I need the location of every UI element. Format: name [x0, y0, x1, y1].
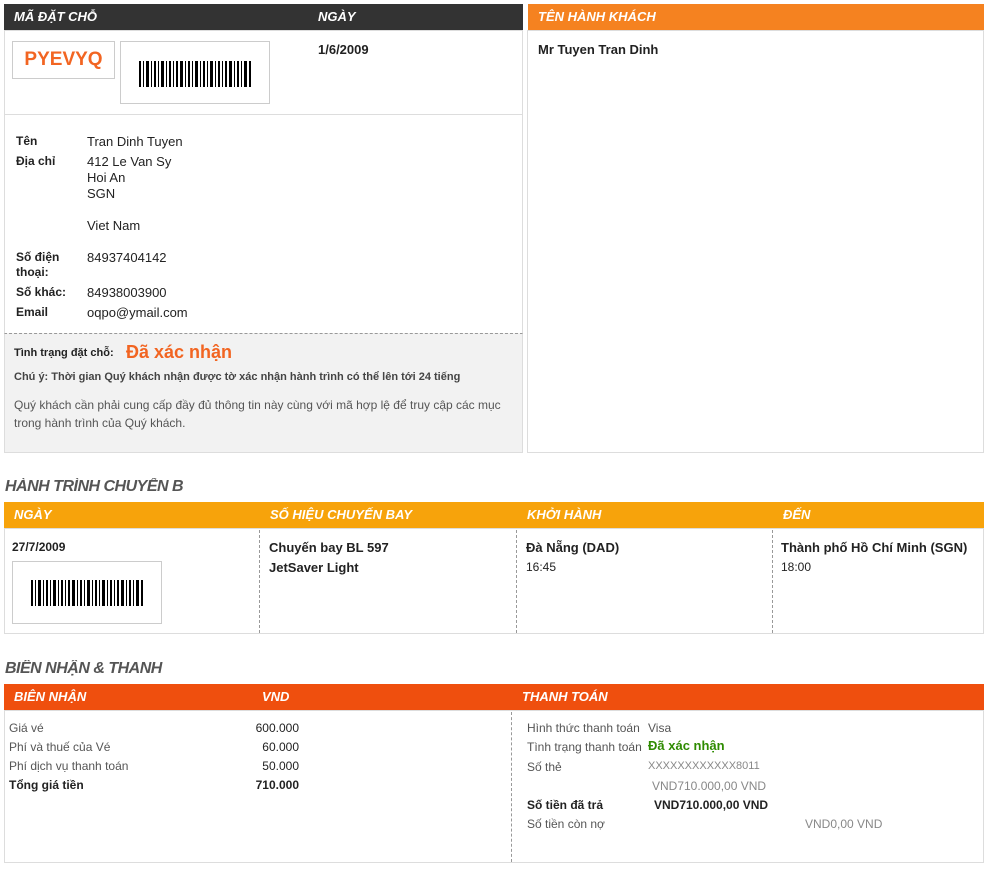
itinerary-col-depart: KHỞI HÀNH — [527, 507, 602, 522]
departure-time: 16:45 — [526, 560, 557, 574]
receipt-total-value: 710.000 — [255, 778, 299, 792]
address-line-2: Hoi An — [87, 170, 126, 185]
payment-status: Đã xác nhận — [648, 738, 725, 753]
receipt-label-fare: Giá vé — [9, 721, 44, 735]
email-value: oqpo@ymail.com — [87, 305, 188, 320]
passenger-header-label: TÊN HÀNH KHÁCH — [538, 9, 656, 24]
contact-box — [4, 114, 523, 335]
booking-code: PYEVYQ — [12, 41, 115, 79]
receipt-value-taxes: 60.000 — [262, 740, 299, 754]
payment-method: Visa — [648, 721, 672, 735]
phone-label-1: Số điện — [16, 250, 60, 264]
phone-value: 84937404142 — [87, 250, 167, 265]
itinerary-title: HÀNH TRÌNH CHUYẾN B — [5, 478, 184, 495]
booking-code-header: MÃ ĐẶT CHỖ — [14, 9, 98, 24]
receipt-value-service: 50.000 — [262, 759, 299, 773]
payment-status-label: Tình trạng thanh toán — [527, 740, 642, 754]
phone-label-2: thoại: — [16, 265, 49, 279]
payment-amount: VND710.000,00 VND — [652, 779, 767, 793]
receipt-title: BIÊN NHẬN & THANH — [5, 660, 162, 677]
paid-label: Số tiền đã trả — [527, 798, 604, 812]
receipt-divider — [511, 712, 512, 862]
receipt-total-label: Tổng giá tiền — [9, 778, 84, 792]
flight-barcode — [12, 561, 162, 624]
other-phone-value: 84938003900 — [87, 285, 167, 300]
booking-barcode — [120, 41, 270, 104]
status-label: Tình trạng đặt chỗ: — [14, 347, 114, 359]
address-line-4: Viet Nam — [87, 218, 141, 233]
booking-header-bar: MÃ ĐẶT CHỖ — [4, 4, 523, 30]
arrival-time: 18:00 — [781, 560, 812, 574]
passenger-header: TÊN HÀNH KHÁCH — [528, 4, 984, 30]
itinerary-header — [4, 502, 984, 528]
receipt-col-receipt: BIÊN NHẬN — [14, 689, 87, 704]
name-value: Tran Dinh Tuyen — [87, 134, 183, 149]
receipt-value-fare: 600.000 — [255, 721, 299, 735]
itinerary-col-date: NGÀY — [14, 507, 52, 522]
due-label: Số tiền còn nợ — [527, 817, 605, 831]
address-line-3: SGN — [87, 186, 116, 201]
flight-number: Chuyến bay BL 597 — [269, 540, 389, 555]
departure-place: Đà Nẵng (DAD) — [526, 540, 620, 555]
name-label: Tên — [16, 134, 38, 148]
email-label: Email — [16, 305, 49, 319]
receipt-col-payment: THANH TOÁN — [522, 689, 608, 704]
itinerary-col-arrive: ĐẾN — [783, 507, 811, 522]
address-line-1: 412 Le Van Sy — [87, 154, 172, 169]
status-info-line-1: Quý khách cần phải cung cấp đầy đủ thông… — [14, 398, 501, 412]
passenger-name: Mr Tuyen Tran Dinh — [538, 42, 659, 57]
other-phone-label: Số khác: — [16, 285, 67, 299]
receipt-box — [4, 710, 984, 863]
receipt-label-taxes: Phí và thuế của Vé — [9, 740, 111, 754]
card-number: XXXXXXXXXXXX8011 — [648, 760, 760, 772]
card-label: Số thẻ — [527, 760, 562, 774]
itinerary-col-flight: SỐ HIỆU CHUYẾN BAY — [270, 507, 413, 522]
passenger-box — [527, 30, 984, 453]
status-value: Đã xác nhận — [126, 342, 233, 362]
flight-date: 27/7/2009 — [12, 540, 66, 554]
itinerary-divider-1 — [259, 530, 260, 633]
payment-method-label: Hình thức thanh toán — [527, 721, 640, 735]
status-note: Chú ý: Thời gian Quý khách nhận được tờ … — [14, 371, 461, 383]
itinerary-divider-3 — [772, 530, 773, 633]
paid-amount: VND710.000,00 VND — [654, 798, 769, 812]
receipt-header — [4, 684, 984, 710]
itinerary-divider-2 — [516, 530, 517, 633]
barcode-icon — [31, 580, 143, 606]
barcode-icon — [139, 61, 251, 87]
receipt-label-service: Phí dịch vụ thanh toán — [9, 759, 129, 773]
booking-date-header: NGÀY — [318, 9, 356, 24]
status-info-line-2: trong hành trình của Quý khách. — [14, 416, 186, 430]
address-label: Địa chỉ — [16, 154, 56, 168]
receipt-col-currency: VND — [262, 689, 290, 704]
booking-date: 1/6/2009 — [318, 42, 369, 57]
due-amount: VND0,00 VND — [805, 817, 883, 831]
fare-type: JetSaver Light — [269, 560, 359, 575]
arrival-place: Thành phố Hồ Chí Minh (SGN) — [781, 540, 968, 555]
